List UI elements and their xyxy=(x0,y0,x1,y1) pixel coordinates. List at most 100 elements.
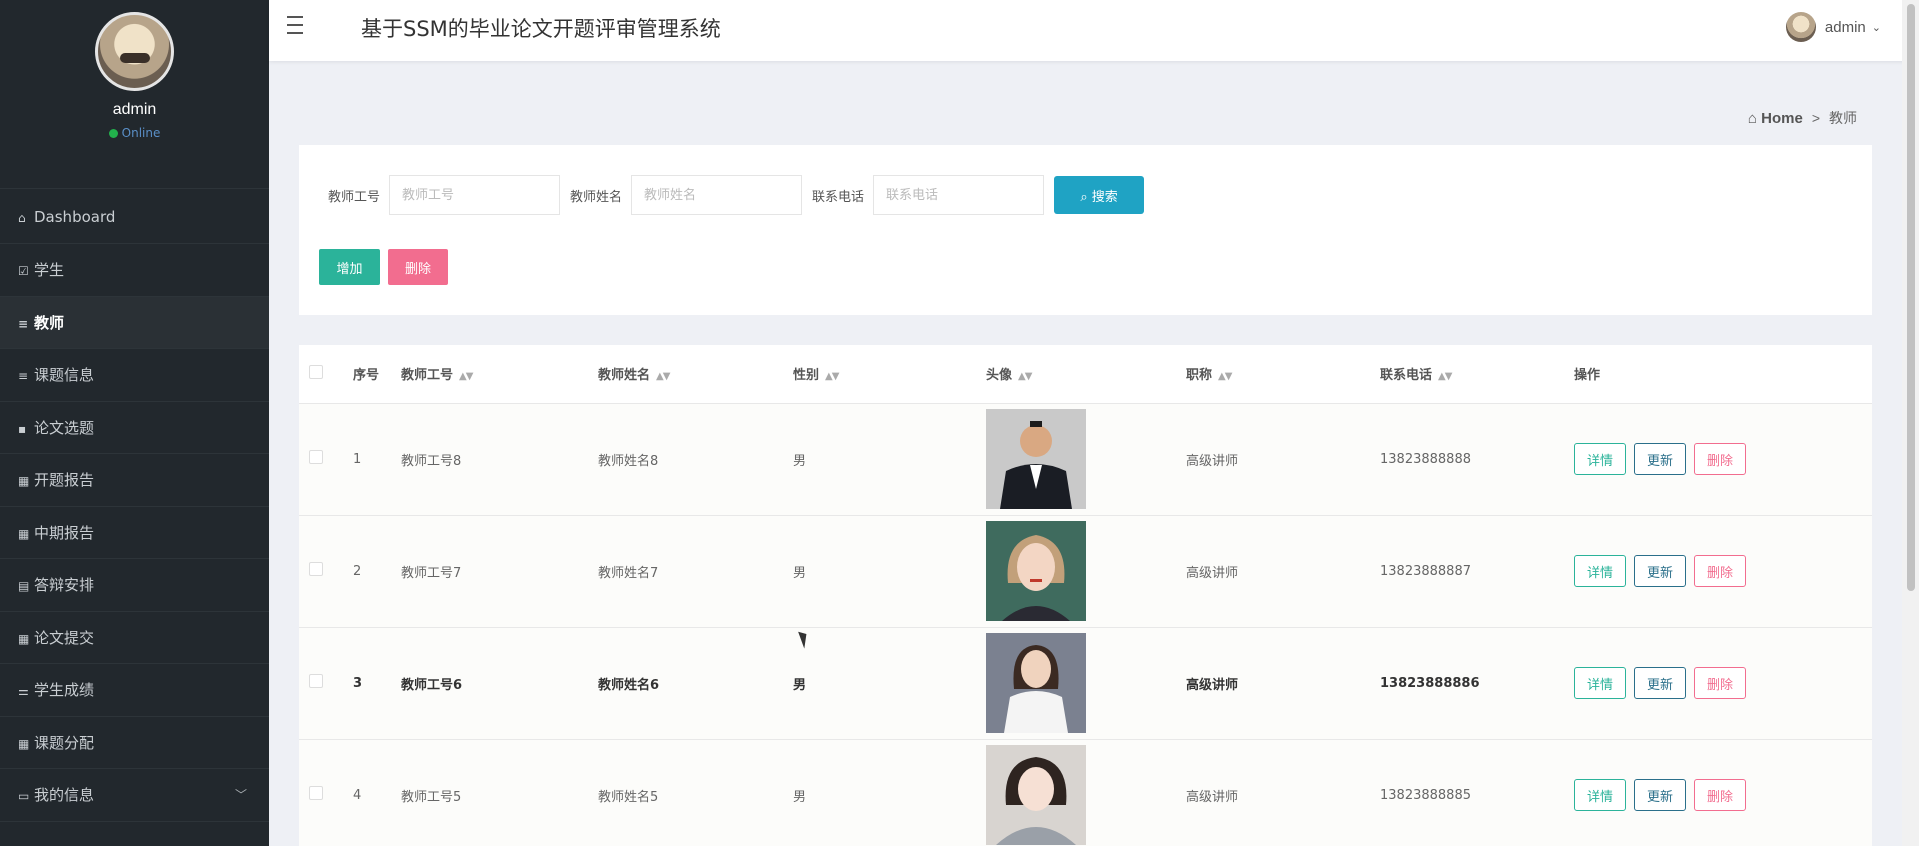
detail-button[interactable]: 详情 xyxy=(1574,555,1627,587)
update-button[interactable]: 更新 xyxy=(1634,555,1687,587)
cell-gender: 男 xyxy=(793,677,807,693)
search-button[interactable]: ⌕ 搜索 xyxy=(1054,176,1145,214)
sort-icon: ▲▼ xyxy=(1438,371,1452,383)
action-row: 增加 删除 xyxy=(319,249,448,285)
cell-teacher-name: 教师姓名6 xyxy=(598,677,660,693)
select-all-checkbox[interactable] xyxy=(309,364,323,379)
update-button[interactable]: 更新 xyxy=(1634,779,1687,811)
delete-button[interactable]: 删除 xyxy=(1694,667,1747,699)
sidebar-item-thesis-selection[interactable]: ▪ 论文选题 xyxy=(0,402,269,454)
sidebar: admin Online ⌂ Dashboard ☑ 学生 ≡ 教师 ≡ 课题信息 ▪ 论… xyxy=(0,0,269,846)
teacher-name-input[interactable] xyxy=(631,175,803,215)
col-header-label: 教师工号 xyxy=(401,368,454,384)
table-panel: 序号 教师工号 ▲▼ 教师姓名 ▲▼ 性别 ▲▼ 头像 ▲▼ 职称 ▲▼ 联系电话 ▲▼ 操… xyxy=(299,345,1872,846)
delete-button[interactable]: 删除 xyxy=(1694,779,1747,811)
grid-icon: ▦ xyxy=(18,736,30,751)
profile-icon: ▭ xyxy=(18,789,30,803)
cell-title: 高级讲师 xyxy=(1186,677,1239,693)
col-header-label: 头像 xyxy=(986,368,1013,384)
grid-icon: ▦ xyxy=(18,526,30,541)
cell-teacher-name: 教师姓名7 xyxy=(598,565,659,581)
cell-teacher-id: 教师工号6 xyxy=(401,677,463,693)
teacher-id-label: 教师工号 xyxy=(328,189,381,205)
cell-title: 高级讲师 xyxy=(1186,453,1239,469)
user-menu[interactable]: admin ⌄ xyxy=(1785,12,1881,42)
user-name: admin xyxy=(1824,18,1866,36)
online-status-label: Online xyxy=(121,126,161,140)
update-button[interactable]: 更新 xyxy=(1634,667,1687,699)
cell-no: 1 xyxy=(353,451,362,467)
col-header-photo[interactable]: 头像 ▲▼ xyxy=(986,345,1186,404)
search-button-label: 搜索 xyxy=(1091,189,1118,205)
sidebar-item-label: 答辩安排 xyxy=(34,576,95,594)
chevron-down-icon: ﹀ xyxy=(234,788,247,802)
checkbox-icon: ☑ xyxy=(18,264,29,278)
cell-teacher-id: 教师工号8 xyxy=(401,453,462,469)
col-header-gender[interactable]: 性别 ▲▼ xyxy=(793,345,986,404)
sidebar-item-thesis-submission[interactable]: ▦ 论文提交 xyxy=(0,612,269,664)
col-header-actions: 操作 xyxy=(1574,345,1872,404)
cell-gender: 男 xyxy=(793,453,807,469)
breadcrumb-current: 教师 xyxy=(1829,110,1857,126)
row-checkbox[interactable] xyxy=(309,450,323,464)
sidebar-item-students[interactable]: ☑ 学生 xyxy=(0,244,269,297)
col-header-title[interactable]: 职称 ▲▼ xyxy=(1186,345,1380,404)
sidebar-item-my-info[interactable]: ▭ 我的信息 ﹀ xyxy=(0,769,269,822)
cell-no: 2 xyxy=(353,563,362,579)
breadcrumb: ⌂ Home > 教师 xyxy=(1748,108,1857,128)
scrollbar-thumb[interactable] xyxy=(1907,4,1915,591)
sort-icon: ▲▼ xyxy=(1218,371,1232,383)
table-row: 4 教师工号5 教师姓名5 男 高级讲师 13823888885 详情 更新 删除 xyxy=(299,739,1872,846)
grid-icon: ▦ xyxy=(18,474,30,488)
sidebar-nav: ⌂ Dashboard ☑ 学生 ≡ 教师 ≡ 课题信息 ▪ 论文选题 ▦ 开题报告 ▦ 中期… xyxy=(0,188,269,822)
sidebar-item-proposal-report[interactable]: ▦ 开题报告 xyxy=(0,454,269,507)
sidebar-item-topic-assignment[interactable]: ▦ 课题分配 xyxy=(0,717,269,769)
row-checkbox[interactable] xyxy=(309,674,323,688)
update-button[interactable]: 更新 xyxy=(1634,443,1687,475)
delete-button[interactable]: 删除 xyxy=(1694,443,1747,475)
detail-button[interactable]: 详情 xyxy=(1574,667,1627,699)
cell-phone: 13823888888 xyxy=(1380,451,1471,467)
sidebar-item-label: Dashboard xyxy=(34,208,116,226)
system-title: 基于SSM的毕业论文开题评审管理系统 xyxy=(361,17,721,41)
cell-phone: 13823888886 xyxy=(1380,675,1480,691)
teacher-photo xyxy=(986,521,1086,621)
phone-label: 联系电话 xyxy=(812,189,865,205)
sliders-icon: ⚌ xyxy=(18,684,29,698)
cell-title: 高级讲师 xyxy=(1186,789,1239,805)
chevron-down-icon: ⌄ xyxy=(1871,20,1881,34)
sidebar-item-topics[interactable]: ≡ 课题信息 xyxy=(0,349,269,402)
teacher-photo xyxy=(986,409,1086,509)
sidebar-item-teachers[interactable]: ≡ 教师 xyxy=(0,296,269,349)
col-header-label: 职称 xyxy=(1186,368,1213,384)
sidebar-item-dashboard[interactable]: ⌂ Dashboard xyxy=(0,189,269,244)
cell-gender: 男 xyxy=(793,565,807,581)
avatar[interactable] xyxy=(95,12,174,91)
sort-icon: ▲▼ xyxy=(656,371,670,383)
search-icon: ⌕ xyxy=(1080,189,1088,205)
home-icon: ⌂ xyxy=(18,211,26,225)
sort-icon: ▲▼ xyxy=(825,371,839,383)
col-header-label: 性别 xyxy=(793,368,820,384)
batch-delete-button[interactable]: 删除 xyxy=(388,249,448,285)
page-scrollbar[interactable] xyxy=(1902,0,1919,846)
sidebar-item-label: 课题分配 xyxy=(34,733,95,752)
row-checkbox[interactable] xyxy=(309,786,323,800)
row-checkbox[interactable] xyxy=(309,562,323,576)
sidebar-item-midterm-report[interactable]: ▦ 中期报告 xyxy=(0,507,269,559)
col-header-teacher-id[interactable]: 教师工号 ▲▼ xyxy=(401,345,598,404)
col-header-phone[interactable]: 联系电话 ▲▼ xyxy=(1380,345,1574,404)
detail-button[interactable]: 详情 xyxy=(1574,779,1627,811)
detail-button[interactable]: 详情 xyxy=(1574,443,1627,475)
sidebar-item-label: 学生 xyxy=(34,261,65,279)
phone-input[interactable] xyxy=(873,175,1045,215)
search-row: 教师工号 教师姓名 联系电话 ⌕ 搜索 xyxy=(328,175,1145,215)
sidebar-item-student-scores[interactable]: ⚌ 学生成绩 xyxy=(0,664,269,717)
breadcrumb-home[interactable]: ⌂ Home xyxy=(1748,110,1803,127)
menu-toggle-icon[interactable] xyxy=(287,16,311,38)
teacher-id-input[interactable] xyxy=(389,175,561,215)
add-button[interactable]: 增加 xyxy=(319,249,380,285)
delete-button[interactable]: 删除 xyxy=(1694,555,1747,587)
sidebar-item-defense-schedule[interactable]: ▤ 答辩安排 xyxy=(0,559,269,612)
col-header-teacher-name[interactable]: 教师姓名 ▲▼ xyxy=(598,345,793,404)
